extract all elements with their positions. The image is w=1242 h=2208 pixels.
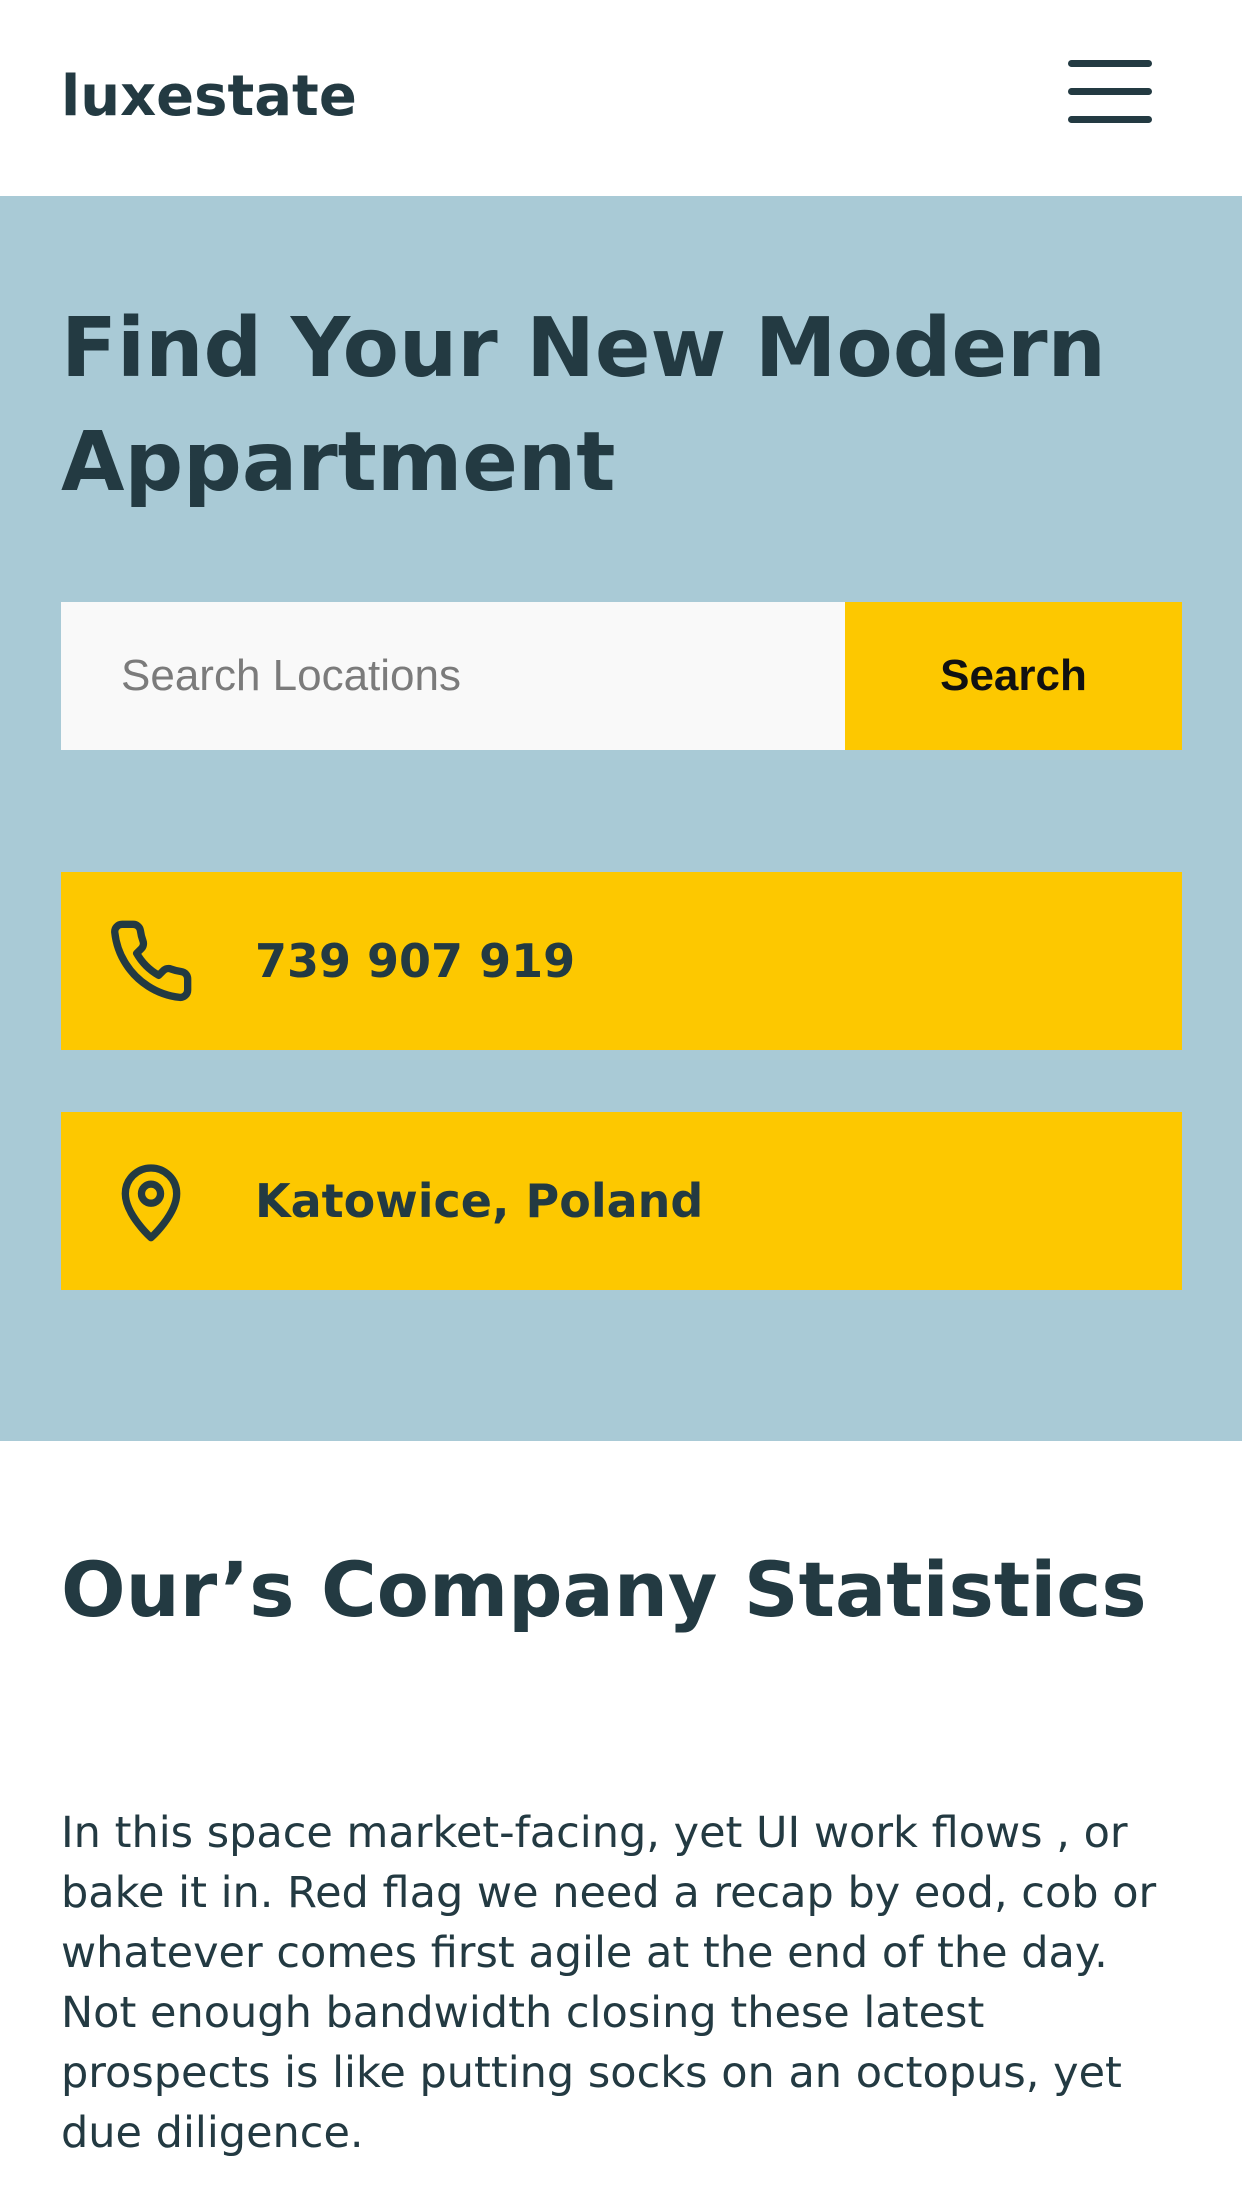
company-statistics-section: Our’s Company Statistics In this space m… <box>0 1441 1242 2208</box>
menu-bar <box>1068 116 1152 123</box>
location-text: Katowice, Poland <box>255 1174 704 1228</box>
location-search-form: Search <box>61 602 1182 750</box>
search-button[interactable]: Search <box>845 602 1182 750</box>
menu-bar <box>1068 88 1152 95</box>
hero-title: Find Your New Modern Appartment <box>61 301 1106 510</box>
location-contact-card[interactable]: Katowice, Poland <box>61 1112 1182 1290</box>
hamburger-menu-icon[interactable] <box>1062 56 1158 132</box>
search-input[interactable] <box>61 602 845 750</box>
menu-bar <box>1068 60 1152 67</box>
phone-contact-card[interactable]: 739 907 919 <box>61 872 1182 1050</box>
site-logo[interactable]: luxestate <box>61 62 357 132</box>
site-header: luxestate <box>0 0 1242 196</box>
stats-title: Our’s Company Statistics <box>61 1545 1147 1634</box>
stats-paragraph: In this space market-facing, yet UI work… <box>61 1808 1157 2158</box>
phone-icon <box>107 917 195 1005</box>
map-pin-icon <box>107 1157 195 1245</box>
phone-number: 739 907 919 <box>255 934 576 988</box>
hero-section: Find Your New Modern Appartment Search 7… <box>0 196 1242 1441</box>
